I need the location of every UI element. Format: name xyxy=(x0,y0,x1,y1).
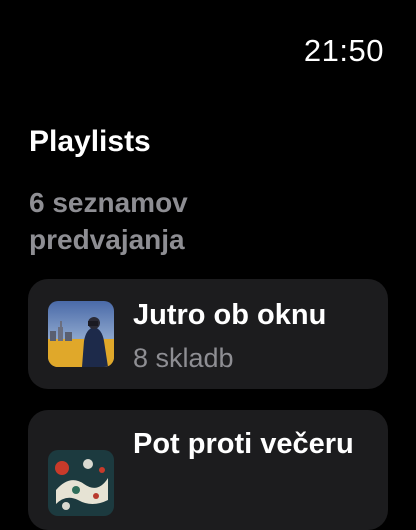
page-title: Playlists xyxy=(29,125,151,158)
playlist-title: Jutro ob oknu xyxy=(133,299,327,331)
playlist-artwork-image xyxy=(48,301,114,367)
playlist-item-pot-proti-veceru[interactable]: Pot proti večeru xyxy=(28,410,388,530)
playlist-item-jutro-ob-oknu[interactable]: Jutro ob oknu 8 skladb xyxy=(28,279,388,389)
playlist-title: Pot proti večeru xyxy=(133,428,354,460)
playlist-count: 6 seznamov predvajanja xyxy=(29,187,188,255)
status-time: 21:50 xyxy=(303,33,384,68)
playlist-track-count: 8 skladb xyxy=(133,343,234,373)
playlist-artwork-image xyxy=(48,450,114,516)
